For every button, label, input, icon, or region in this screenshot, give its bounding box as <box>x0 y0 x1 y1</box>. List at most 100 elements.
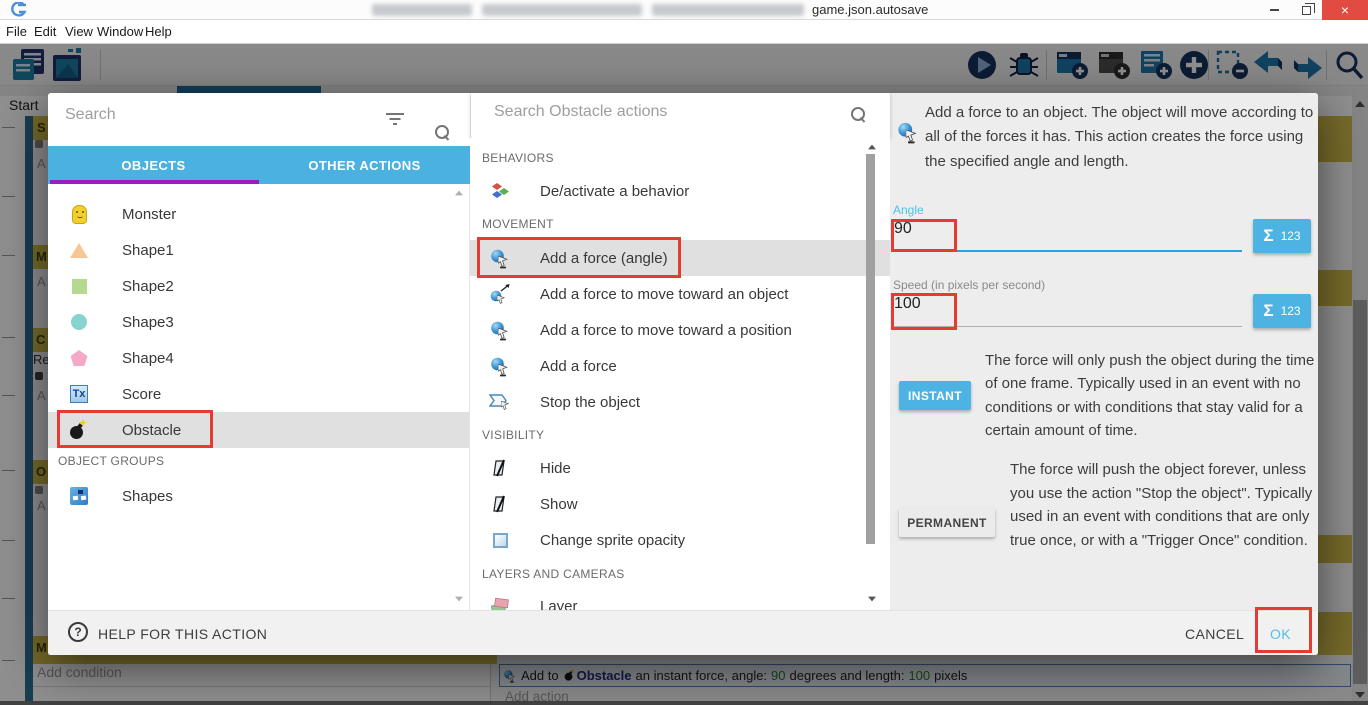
force-icon <box>490 320 510 341</box>
menu-help[interactable]: Help <box>145 24 172 39</box>
object-item-shape2[interactable]: Shape2 <box>48 268 470 304</box>
object-item-shape4[interactable]: Shape4 <box>48 340 470 376</box>
gdevelop-window: game.json.autosave × File Edit View Wind… <box>0 0 1368 705</box>
action-label: Add a force to move toward a position <box>540 322 792 339</box>
object-item-shape3[interactable]: Shape3 <box>48 304 470 340</box>
annotation-speed-box <box>891 293 957 330</box>
action-item-layer[interactable]: Layer <box>470 588 890 610</box>
circle-sprite-icon <box>71 314 87 330</box>
minimize-button[interactable] <box>1258 0 1290 20</box>
action-item-add-force[interactable]: Add a force <box>470 348 890 384</box>
section-header-behaviors: BEHAVIORS <box>482 151 554 165</box>
filter-icon[interactable] <box>386 113 404 127</box>
gdevelop-logo-icon <box>10 2 28 18</box>
action-item-show[interactable]: Show <box>470 486 890 522</box>
annotation-angle-box <box>891 219 957 252</box>
objects-search-card <box>48 93 470 146</box>
cancel-button[interactable]: CANCEL <box>1185 626 1244 642</box>
square-sprite-icon <box>72 279 87 294</box>
section-header-visibility: VISIBILITY <box>482 428 544 442</box>
show-icon <box>491 495 509 513</box>
group-label: Shapes <box>122 488 173 505</box>
numbers-icon: 123 <box>1281 304 1301 318</box>
permanent-button[interactable]: PERMANENT <box>899 508 995 537</box>
search-icon <box>435 125 451 141</box>
layer-icon <box>490 598 510 611</box>
force-toward-object-icon <box>490 284 511 304</box>
window-titlebar: game.json.autosave × <box>0 0 1368 20</box>
action-item-deactivate-behavior[interactable]: De/activate a behavior <box>470 173 890 209</box>
object-label: Shape4 <box>122 350 174 367</box>
actions-list: BEHAVIORS De/activate a behavior MOVEMEN… <box>470 138 890 610</box>
hide-icon <box>491 459 509 477</box>
window-title: game.json.autosave <box>812 2 928 17</box>
angle-expression-button[interactable]: Σ 123 <box>1253 219 1311 253</box>
actions-search-input[interactable] <box>494 103 824 121</box>
numbers-icon: 123 <box>1281 229 1301 243</box>
force-icon <box>490 356 510 377</box>
action-label: De/activate a behavior <box>540 183 689 200</box>
object-group-icon <box>70 487 88 505</box>
sigma-icon: Σ <box>1263 226 1273 246</box>
help-for-action-button[interactable]: HELP FOR THIS ACTION <box>98 626 267 642</box>
action-item-force-toward-object[interactable]: Add a force to move toward an object <box>470 276 890 312</box>
action-item-change-opacity[interactable]: Change sprite opacity <box>470 522 890 558</box>
angle-field-label: Angle <box>893 203 924 217</box>
sigma-icon: Σ <box>1263 301 1273 321</box>
help-icon: ? <box>68 622 88 642</box>
object-label: Shape1 <box>122 242 174 259</box>
instant-button[interactable]: INSTANT <box>899 381 971 410</box>
monster-sprite-icon <box>72 205 87 224</box>
action-item-hide[interactable]: Hide <box>470 450 890 486</box>
annotation-ok-box <box>1255 607 1312 653</box>
object-item-monster[interactable]: Monster <box>48 196 470 232</box>
actions-scroll-up-icon[interactable] <box>868 145 876 150</box>
list-scroll-up-icon[interactable] <box>455 191 463 196</box>
object-label: Shape2 <box>122 278 174 295</box>
menu-view[interactable]: View <box>65 24 93 39</box>
action-label: Add a force <box>540 358 617 375</box>
object-item-shape1[interactable]: Shape1 <box>48 232 470 268</box>
instant-description: The force will only push the object duri… <box>985 349 1315 442</box>
force-icon <box>897 121 919 144</box>
actions-scrollbar-thumb[interactable] <box>866 154 875 544</box>
annotation-obstacle-box <box>57 410 213 448</box>
group-item-shapes[interactable]: Shapes <box>48 478 470 514</box>
search-icon <box>851 107 867 123</box>
tab-objects[interactable]: OBJECTS <box>48 146 259 184</box>
action-editor-dialog: OBJECTS OTHER ACTIONS Monster Shape1 Sha… <box>48 93 1318 655</box>
action-label: Show <box>540 496 578 513</box>
triangle-sprite-icon <box>70 243 88 258</box>
objects-search-input[interactable] <box>65 106 365 124</box>
annotation-action-box <box>477 237 681 278</box>
restore-button[interactable] <box>1290 0 1322 20</box>
actions-search-card <box>471 93 890 138</box>
speed-expression-button[interactable]: Σ 123 <box>1253 294 1311 328</box>
minimize-icon <box>1270 9 1279 11</box>
menu-file[interactable]: File <box>6 24 27 39</box>
menu-window[interactable]: Window <box>97 24 143 39</box>
menu-edit[interactable]: Edit <box>34 24 56 39</box>
blurred-title-text <box>372 4 472 16</box>
action-item-force-toward-position[interactable]: Add a force to move toward a position <box>470 312 890 348</box>
left-panel-tabs: OBJECTS OTHER ACTIONS <box>48 146 470 184</box>
object-label: Shape3 <box>122 314 174 331</box>
blurred-title-text <box>652 4 804 16</box>
action-label: Change sprite opacity <box>540 532 685 549</box>
actions-scroll-down-icon[interactable] <box>868 597 876 602</box>
tab-other-actions[interactable]: OTHER ACTIONS <box>259 146 470 184</box>
object-label: Monster <box>122 206 176 223</box>
action-label: Stop the object <box>540 394 640 411</box>
list-scroll-down-icon[interactable] <box>455 597 463 602</box>
action-label: Add a force to move toward an object <box>540 286 788 303</box>
permanent-description: The force will push the object forever, … <box>1010 458 1318 552</box>
action-label: Layer <box>540 598 578 611</box>
objects-list: Monster Shape1 Shape2 Shape3 Shape4 Tx S… <box>48 184 470 610</box>
speed-field-label: Speed (in pixels per second) <box>893 278 1045 292</box>
object-item-score[interactable]: Tx Score <box>48 376 470 412</box>
close-button[interactable]: × <box>1322 0 1368 20</box>
opacity-icon <box>493 533 508 548</box>
blurred-title-text <box>482 4 642 16</box>
stop-object-icon <box>489 393 511 411</box>
action-item-stop-object[interactable]: Stop the object <box>470 384 890 420</box>
